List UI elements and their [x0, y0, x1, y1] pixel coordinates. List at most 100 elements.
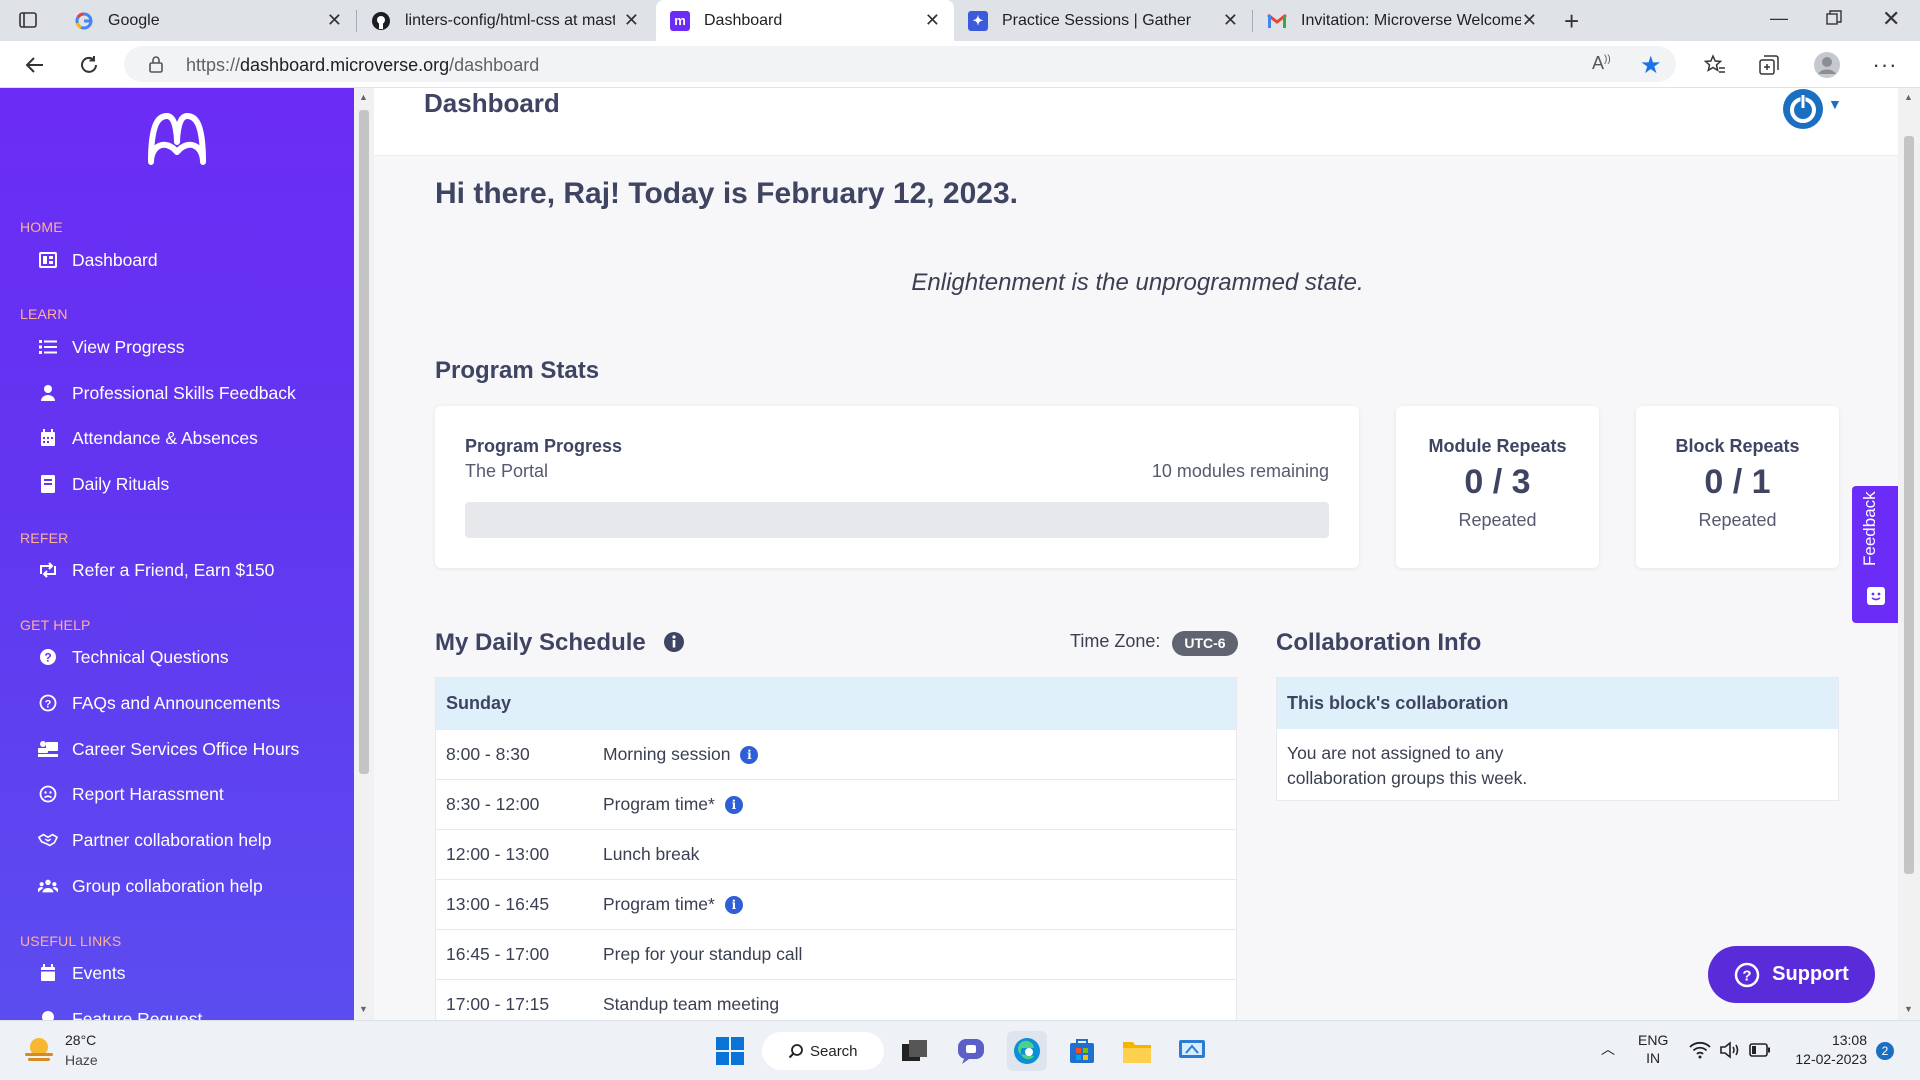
table-row: 16:45 - 17:00 Prep for your standup call — [436, 929, 1236, 979]
chevron-up-icon[interactable]: ︿ — [1601, 1039, 1615, 1059]
wifi-icon[interactable] — [1689, 1041, 1711, 1059]
microverse-icon: m — [670, 10, 690, 31]
tab-gather[interactable]: ✦ Practice Sessions | Gather ✕ — [954, 0, 1252, 41]
svg-text:?: ? — [1743, 967, 1752, 984]
sidebar-item-label: Feature Request — [72, 1008, 203, 1021]
minimize-icon[interactable]: — — [1770, 8, 1788, 29]
tab-dashboard[interactable]: m Dashboard ✕ — [656, 0, 954, 41]
tab-github[interactable]: linters-config/html-css at master ✕ — [357, 0, 653, 41]
timezone-badge: UTC-6 — [1172, 631, 1238, 656]
book-icon — [38, 474, 58, 494]
scroll-down-arrow-icon[interactable]: ▼ — [359, 1004, 368, 1014]
sidebar-item-feature-request[interactable]: Feature Request — [38, 1004, 202, 1020]
browser-tab-bar: Google ✕ linters-config/html-css at mast… — [0, 0, 1920, 41]
profile-avatar-icon[interactable] — [1804, 41, 1850, 88]
scroll-down-arrow-icon[interactable]: ▼ — [1904, 1004, 1913, 1014]
refresh-icon[interactable] — [66, 41, 112, 88]
row-activity: Lunch break — [603, 844, 700, 864]
retweet-icon — [38, 560, 58, 580]
window-close-icon[interactable]: ✕ — [1882, 6, 1900, 32]
sidebar-item-view-progress[interactable]: View Progress — [38, 332, 185, 362]
support-label: Support — [1772, 963, 1849, 985]
sidebar-scrollbar-thumb[interactable] — [359, 110, 369, 774]
sidebar-item-report-harassment[interactable]: Report Harassment — [38, 779, 224, 809]
sidebar-item-faqs[interactable]: ? FAQs and Announcements — [38, 688, 280, 718]
section-label-useful-links: USEFUL LINKS — [20, 933, 122, 949]
row-activity: Morning session — [603, 744, 731, 764]
restore-icon[interactable] — [1826, 10, 1842, 26]
sidebar-item-label: Dashboard — [72, 249, 158, 270]
section-label-home: HOME — [20, 219, 63, 235]
weather-haze-icon[interactable] — [22, 1033, 56, 1067]
scroll-up-arrow-icon[interactable]: ▲ — [359, 92, 368, 102]
sidebar-item-label: Daily Rituals — [72, 473, 170, 494]
sidebar-item-attendance[interactable]: Attendance & Absences — [38, 423, 258, 453]
back-icon[interactable] — [12, 41, 58, 88]
tab-title: Google — [108, 11, 160, 29]
close-icon[interactable]: ✕ — [327, 10, 342, 31]
power-avatar-icon[interactable] — [1782, 88, 1824, 130]
weather-temp: 28°C — [65, 1032, 97, 1048]
more-options-icon[interactable]: ··· — [1862, 41, 1908, 88]
close-icon[interactable]: ✕ — [1522, 10, 1537, 31]
windows-start-icon[interactable] — [710, 1031, 750, 1071]
sidebar-item-group-collaboration[interactable]: Group collaboration help — [38, 871, 263, 901]
modules-remaining: 10 modules remaining — [1151, 461, 1329, 481]
read-aloud-icon[interactable]: A)) — [1592, 53, 1611, 74]
remote-desktop-icon[interactable] — [1172, 1031, 1212, 1071]
module-repeats-value: 0 / 3 — [1464, 463, 1531, 501]
url-field[interactable]: https://dashboard.microverse.org/dashboa… — [124, 46, 1676, 82]
page-scrollbar-thumb[interactable] — [1904, 136, 1914, 874]
info-icon[interactable] — [663, 631, 685, 653]
clock[interactable]: 13:08 12-02-2023 — [1785, 1031, 1867, 1069]
sidebar-item-dashboard[interactable]: Dashboard — [38, 245, 158, 275]
favorites-icon[interactable] — [1692, 41, 1738, 88]
tab-google[interactable]: Google ✕ — [60, 0, 356, 41]
sidebar-item-professional-skills-feedback[interactable]: Professional Skills Feedback — [38, 378, 296, 408]
sidebar-scrollbar[interactable]: ▲ ▼ — [354, 88, 374, 1020]
sidebar-item-refer-a-friend[interactable]: Refer a Friend, Earn $150 — [38, 555, 274, 585]
greeting: Hi there, Raj! Today is February 12, 202… — [435, 177, 1019, 210]
new-tab-icon[interactable]: + — [1564, 6, 1579, 37]
section-label-learn: LEARN — [20, 306, 68, 322]
task-view-icon[interactable] — [895, 1031, 935, 1071]
sidebar-item-career-services[interactable]: Career Services Office Hours — [38, 734, 299, 764]
tab-title: Dashboard — [704, 11, 783, 29]
collections-icon[interactable] — [1746, 41, 1792, 88]
feedback-tab[interactable]: Feedback — [1852, 486, 1899, 623]
info-icon[interactable]: i — [740, 745, 759, 764]
sidebar-item-label: Group collaboration help — [72, 875, 263, 896]
sidebar-item-events[interactable]: Events — [38, 958, 126, 988]
chevron-down-icon[interactable]: ▼ — [1828, 96, 1842, 112]
list-icon — [38, 337, 58, 357]
daily-schedule-heading: My Daily Schedule — [435, 629, 646, 656]
tab-actions-icon[interactable] — [18, 10, 38, 30]
sidebar-item-label: Report Harassment — [72, 783, 224, 804]
page-scrollbar[interactable]: ▲ ▼ — [1898, 88, 1920, 1020]
favorite-star-icon[interactable]: ★ — [1640, 51, 1662, 80]
taskbar-search[interactable]: Search — [762, 1032, 884, 1070]
sidebar-item-daily-rituals[interactable]: Daily Rituals — [38, 469, 169, 499]
file-explorer-icon[interactable] — [1117, 1031, 1157, 1071]
close-icon[interactable]: ✕ — [925, 10, 940, 31]
row-activity: Program time* — [603, 894, 715, 914]
info-icon[interactable]: i — [724, 895, 743, 914]
lock-icon[interactable] — [148, 55, 164, 73]
edge-browser-icon[interactable] — [1007, 1031, 1047, 1071]
notification-badge[interactable]: 2 — [1876, 1042, 1894, 1060]
teams-chat-icon[interactable] — [951, 1031, 991, 1071]
sidebar-item-partner-collaboration[interactable]: Partner collaboration help — [38, 825, 271, 855]
support-button[interactable]: ? Support — [1708, 946, 1875, 1003]
progress-bar — [465, 502, 1329, 538]
info-icon[interactable]: i — [724, 795, 743, 814]
language-indicator[interactable]: ENG IN — [1638, 1031, 1668, 1067]
microverse-logo[interactable] — [145, 112, 209, 166]
volume-icon[interactable] — [1719, 1040, 1741, 1060]
tab-gmail[interactable]: Invitation: Microverse Welcome C ✕ — [1253, 0, 1551, 41]
sidebar-item-technical-questions[interactable]: ? Technical Questions — [38, 642, 229, 672]
microsoft-store-icon[interactable] — [1062, 1031, 1102, 1071]
scroll-up-arrow-icon[interactable]: ▲ — [1904, 92, 1913, 102]
close-icon[interactable]: ✕ — [624, 10, 639, 31]
close-icon[interactable]: ✕ — [1223, 10, 1238, 31]
battery-icon[interactable] — [1749, 1043, 1771, 1057]
